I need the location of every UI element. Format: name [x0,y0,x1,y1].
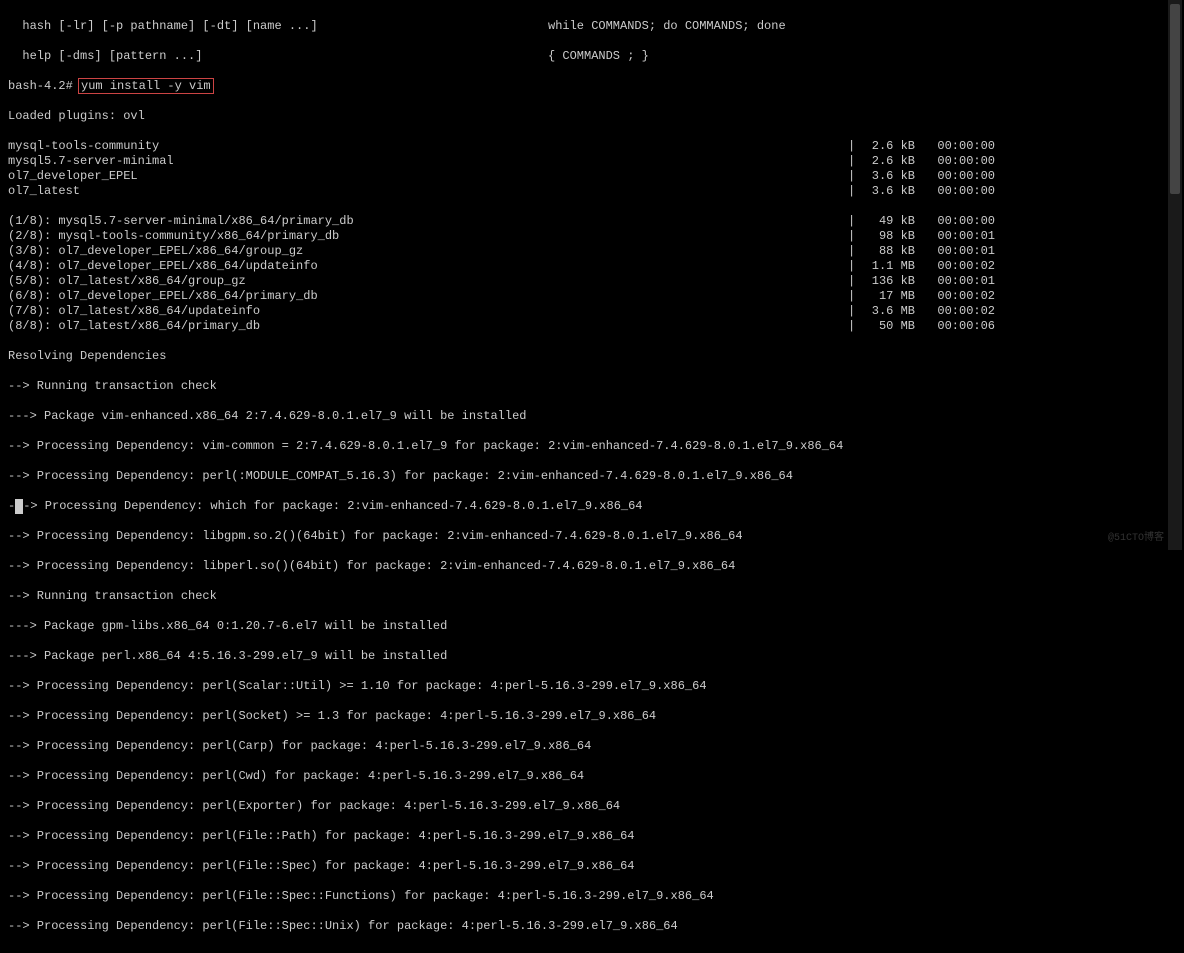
output-line: --> Processing Dependency: perl(File::Pa… [8,829,1176,844]
help-line: hash [-lr] [-p pathname] [-dt] [name ...… [8,19,1176,34]
output-line: --> Processing Dependency: perl(Exporter… [8,799,1176,814]
download-row: (2/8): mysql-tools-community/x86_64/prim… [8,229,1176,244]
terminal-output[interactable]: hash [-lr] [-p pathname] [-dt] [name ...… [0,0,1184,953]
download-row: mysql5.7-server-minimal|2.6 kB 00:00:00 [8,154,1176,169]
output-line: --> Processing Dependency: perl(:MODULE_… [8,469,1176,484]
output-line: Resolving Dependencies [8,349,1176,364]
prompt-line: bash-4.2# yum install -y vim [8,79,1176,94]
watermark: @51CTO博客 [1108,531,1164,546]
output-line: --> Processing Dependency: libgpm.so.2()… [8,529,1176,544]
output-line: --> Processing Dependency: libperl.so()(… [8,559,1176,574]
download-row: (7/8): ol7_latest/x86_64/updateinfo|3.6 … [8,304,1176,319]
download-row: ol7_latest|3.6 kB 00:00:00 [8,184,1176,199]
download-row: (3/8): ol7_developer_EPEL/x86_64/group_g… [8,244,1176,259]
output-line: --> Running transaction check [8,589,1176,604]
output-line: --> Processing Dependency: perl(Carp) fo… [8,739,1176,754]
download-row: (6/8): ol7_developer_EPEL/x86_64/primary… [8,289,1176,304]
scrollbar-thumb[interactable] [1170,4,1180,194]
download-row: (5/8): ol7_latest/x86_64/group_gz|136 kB… [8,274,1176,289]
output-line: --> Processing Dependency: perl(File::Sp… [8,859,1176,874]
output-line: --> Running transaction check [8,379,1176,394]
download-row: (4/8): ol7_developer_EPEL/x86_64/updatei… [8,259,1176,274]
output-line: Loaded plugins: ovl [8,109,1176,124]
output-line: --> Processing Dependency: perl(File::Sp… [8,889,1176,904]
output-line: --> Processing Dependency: perl(File::Sp… [8,919,1176,934]
cursor-block [15,499,23,514]
output-line: ---> Package vim-enhanced.x86_64 2:7.4.6… [8,409,1176,424]
output-line: --> Processing Dependency: perl(Cwd) for… [8,769,1176,784]
output-line: --> Processing Dependency: perl(Scalar::… [8,679,1176,694]
output-line: ---> Package perl.x86_64 4:5.16.3-299.el… [8,649,1176,664]
scrollbar[interactable] [1168,0,1182,550]
output-line: --> Processing Dependency: perl(Socket) … [8,709,1176,724]
help-line: help [-dms] [pattern ...]{ COMMANDS ; } [8,49,1176,64]
download-row: mysql-tools-community|2.6 kB 00:00:00 [8,139,1176,154]
output-line: --> Processing Dependency: vim-common = … [8,439,1176,454]
command-highlight: yum install -y vim [78,78,214,94]
output-line: - -> Processing Dependency: which for pa… [8,499,1176,514]
output-line: ---> Package gpm-libs.x86_64 0:1.20.7-6.… [8,619,1176,634]
download-row: (8/8): ol7_latest/x86_64/primary_db|50 M… [8,319,1176,334]
download-row: ol7_developer_EPEL|3.6 kB 00:00:00 [8,169,1176,184]
download-row: (1/8): mysql5.7-server-minimal/x86_64/pr… [8,214,1176,229]
